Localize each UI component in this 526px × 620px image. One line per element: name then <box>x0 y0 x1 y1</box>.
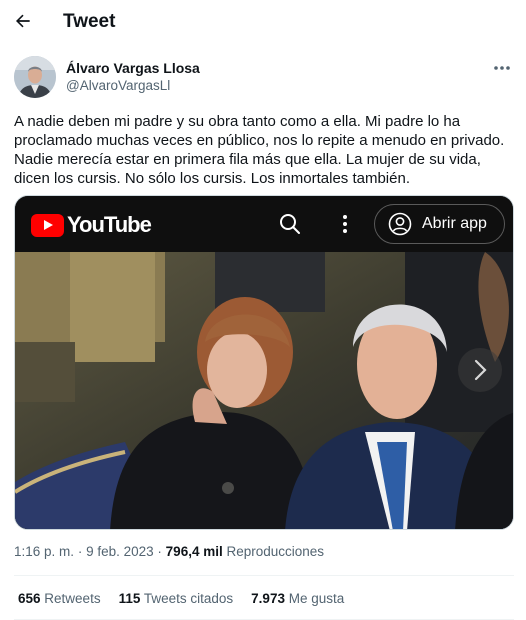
likes-stat[interactable]: 7.973 Me gusta <box>251 591 344 606</box>
youtube-logo[interactable]: YouTube <box>31 212 152 238</box>
video-thumbnail[interactable] <box>15 252 513 529</box>
account-icon <box>388 212 412 236</box>
youtube-logo-icon <box>31 213 64 237</box>
search-icon <box>280 214 300 234</box>
retweets-stat[interactable]: 656 Retweets <box>18 591 101 606</box>
views-count: 796,4 mil <box>165 544 223 559</box>
youtube-top-bar: YouTube Abrir app <box>15 196 513 252</box>
tweet-author: Álvaro Vargas Llosa @AlvaroVargasLl <box>14 56 514 100</box>
chevron-right-icon <box>474 359 487 381</box>
tweet-meta: 1:16 p. m. · 9 feb. 2023 · 796,4 mil Rep… <box>14 544 324 559</box>
more-options-button[interactable] <box>490 58 514 78</box>
back-button[interactable] <box>10 8 36 34</box>
top-bar: Tweet <box>0 0 526 44</box>
more-horizontal-icon <box>494 66 510 70</box>
page-title: Tweet <box>63 11 116 32</box>
avatar-image <box>14 56 56 98</box>
more-vertical-icon[interactable] <box>335 212 355 236</box>
next-video-button[interactable] <box>458 348 502 392</box>
open-app-button[interactable]: Abrir app <box>374 204 505 244</box>
open-app-label: Abrir app <box>422 215 487 232</box>
search-button[interactable] <box>278 212 302 236</box>
retweets-label: Retweets <box>44 591 101 606</box>
engagement-stats: 656 Retweets 115 Tweets citados 7.973 Me… <box>18 591 362 606</box>
views-label: Reproducciones <box>226 544 325 559</box>
tweet-date[interactable]: 9 feb. 2023 <box>86 544 154 559</box>
tweet-text: A nadie deben mi padre y su obra tanto c… <box>14 113 505 187</box>
meta-separator: · <box>157 544 162 559</box>
quote-tweets-stat[interactable]: 115 Tweets citados <box>119 591 234 606</box>
youtube-embed[interactable]: YouTube Abrir app <box>14 195 514 530</box>
video-frame-image <box>15 252 513 529</box>
meta-separator: · <box>77 544 83 559</box>
likes-count: 7.973 <box>251 591 285 606</box>
arrow-left-icon <box>16 14 30 28</box>
likes-label: Me gusta <box>288 591 345 606</box>
divider <box>14 575 514 576</box>
quotes-label: Tweets citados <box>143 591 234 606</box>
retweets-count: 656 <box>18 591 41 606</box>
quotes-count: 115 <box>118 591 141 606</box>
author-name[interactable]: Álvaro Vargas Llosa <box>66 60 200 76</box>
author-handle[interactable]: @AlvaroVargasLl <box>66 78 170 93</box>
tweet-time[interactable]: 1:16 p. m. <box>14 544 74 559</box>
avatar[interactable] <box>14 56 56 98</box>
youtube-wordmark: YouTube <box>67 212 152 237</box>
